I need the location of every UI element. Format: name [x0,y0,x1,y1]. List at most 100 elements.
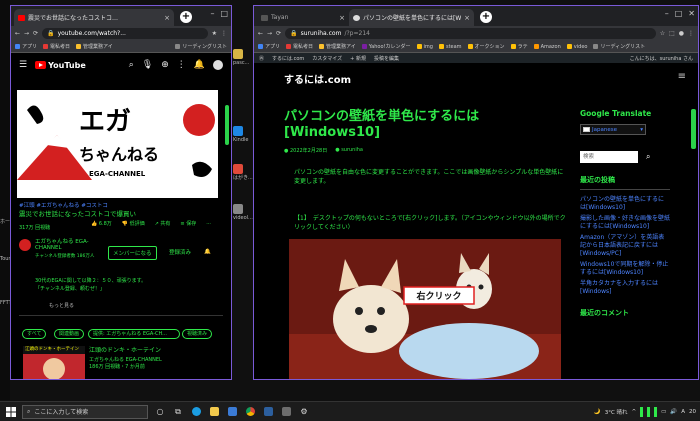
chip-watched[interactable]: 視聴済み [182,329,213,339]
desktop-icon[interactable]: pasc... [233,49,255,66]
desktop-icon[interactable]: Kindle [233,126,255,143]
app-icon[interactable] [278,404,294,420]
ime-indicator[interactable]: A [681,409,685,415]
notification-bell-icon[interactable]: 🔔 [204,249,211,256]
weather-text[interactable]: 3°C 晴れ [605,408,628,416]
bookmark-item[interactable]: 管理業務アイ [319,43,356,50]
url-field[interactable]: 🔒 suruniha.com/?p=214 [285,28,656,39]
apps-grid-icon[interactable]: ⋮ [177,60,186,70]
edge-icon[interactable] [188,404,204,420]
site-menu-icon[interactable]: ≡ [678,71,686,82]
avatar[interactable] [213,60,223,70]
desktop-icon[interactable]: videol... [233,204,255,221]
scrollbar[interactable] [225,105,229,145]
bookmark-item[interactable]: steam [438,44,462,50]
close-tab-icon[interactable]: × [464,14,470,22]
hashtags[interactable]: #江頭 #エガちゃんねる #コストコ [19,203,108,210]
tab-youtube[interactable]: 震災でお世話になったコストコ… × [14,9,174,26]
back-icon[interactable]: ← [258,30,263,37]
cortana-icon[interactable]: ○ [152,404,168,420]
url-field[interactable]: 🔒 youtube.com/watch?... [42,28,208,39]
bookmark-item[interactable]: 管理業務アイ [76,43,113,50]
search-icon[interactable]: ⌕ [646,152,650,162]
article-author[interactable]: ● suruniha [335,147,363,154]
channel-name[interactable]: エガちゃんねる EGA-CHANNEL [35,239,105,251]
menu-icon[interactable]: ⋮ [688,30,694,37]
reading-list[interactable]: リーディングリスト [593,43,645,50]
recent-post-link[interactable]: 半角カタカナを入力するには[Windows] [580,280,670,296]
channel-avatar[interactable] [19,239,31,251]
show-more-link[interactable]: もっと見る [49,303,74,310]
chip-channel[interactable]: 提供: エガちゃんねる EGA-CH... [88,329,180,339]
recent-post-link[interactable]: パソコンの壁紙を単色にするには[Windows10] [580,196,670,212]
new-tab-button[interactable]: + [180,11,192,23]
language-select[interactable]: Japanese ▾ [580,124,646,135]
wp-new-link[interactable]: + 新規 [350,55,366,62]
start-button[interactable] [0,406,22,417]
bookmark-item[interactable]: img [416,44,433,50]
tab-tayan[interactable]: Tayan × [257,9,349,26]
bookmark-item[interactable]: 電私考日 [286,43,313,50]
file-explorer-icon[interactable] [206,404,222,420]
minimize-icon[interactable]: – [665,9,669,18]
tray-chevron-icon[interactable]: ^ [632,409,637,415]
desktop-icon[interactable]: はがき... [233,164,255,181]
bookmark-star-icon[interactable]: ☆ [660,30,665,37]
bookmark-item[interactable]: アプリ [15,43,37,50]
next-video-title[interactable]: 江頭のドンキ・ホーテイン [89,347,161,354]
maximize-icon[interactable]: □ [220,9,228,18]
chrome-icon[interactable] [242,404,258,420]
network-icon[interactable]: ▭ [661,409,666,415]
settings-gear-icon[interactable]: ⚙ [296,404,312,420]
notifications-bell-icon[interactable]: 🔔 [194,60,205,70]
scrollbar[interactable] [691,109,696,149]
bookmark-item[interactable]: Amazon [533,44,561,50]
recent-post-link[interactable]: Amazon（アマゾン）を英語表記から日本語表記に戻すには[Windows/PC… [580,234,670,258]
maximize-icon[interactable]: □ [675,9,683,18]
wordpress-logo-icon[interactable]: Ⓦ [259,55,264,62]
search-icon[interactable]: ⌕ [129,60,134,70]
wp-customize-link[interactable]: カスタマイズ [312,55,342,62]
member-button[interactable]: メンバーになる [108,246,157,260]
mic-icon[interactable]: 🎙 [142,60,153,70]
like-button[interactable]: 👍 6.8万 [91,221,112,228]
recent-post-link[interactable]: 撮影した画像・好きな画像を壁紙にするには[Windows10] [580,215,670,231]
app-icon[interactable] [260,404,276,420]
wp-greeting[interactable]: こんにちは、suruniha さん [630,55,693,62]
clock[interactable]: 20 [689,409,696,415]
site-title[interactable]: するには.com [284,71,351,86]
close-window-icon[interactable]: ✕ [688,9,695,18]
taskbar-search[interactable]: ⌕ ここに入力して検索 [22,404,148,419]
volume-icon[interactable]: 🔊 [670,409,677,415]
task-view-icon[interactable]: ⧉ [170,404,186,420]
reading-list[interactable]: リーディングリスト [175,43,227,50]
youtube-logo[interactable]: YouTube [35,61,86,70]
bookmark-item[interactable]: オークション [467,43,505,50]
tab-article[interactable]: パソコンの壁紙を単色にするには[Wi... × [349,9,474,26]
create-video-icon[interactable]: ⊕ [161,60,169,70]
chip-all[interactable]: すべて [22,329,47,339]
share-button[interactable]: ↗ 共有 [155,221,171,228]
wp-site-link[interactable]: するには.com [272,55,304,62]
save-button[interactable]: ≡ 保存 [180,221,196,228]
search-input[interactable]: 検索 [580,151,638,163]
bookmark-item[interactable]: アプリ [258,43,280,50]
close-tab-icon[interactable]: × [339,14,345,22]
bookmark-item[interactable]: video [566,44,587,50]
back-icon[interactable]: ← [15,30,20,37]
wp-edit-post-link[interactable]: 投稿を編集 [374,55,399,62]
forward-icon[interactable]: → [24,30,29,37]
profile-icon[interactable]: ● [679,30,684,37]
weather-icon[interactable]: 🌙 [594,409,601,415]
video-player[interactable]: エガ ちゃんねる EGA-CHANNEL [17,90,218,198]
recent-post-link[interactable]: Windows10で同期を解除・停止するには[Windows10] [580,261,670,277]
reload-icon[interactable]: ⟳ [276,30,281,37]
bookmark-item[interactable]: 電私考日 [43,43,70,50]
hamburger-menu-icon[interactable]: ☰ [19,60,27,70]
minimize-icon[interactable]: – [210,9,214,18]
menu-icon[interactable]: ⋮ [221,30,227,37]
extension-icon[interactable]: ★ [212,30,217,37]
forward-icon[interactable]: → [267,30,272,37]
bookmark-item[interactable]: Yahoo!カレンダー [361,43,411,50]
subscribe-button[interactable]: 登録済み [169,250,191,257]
